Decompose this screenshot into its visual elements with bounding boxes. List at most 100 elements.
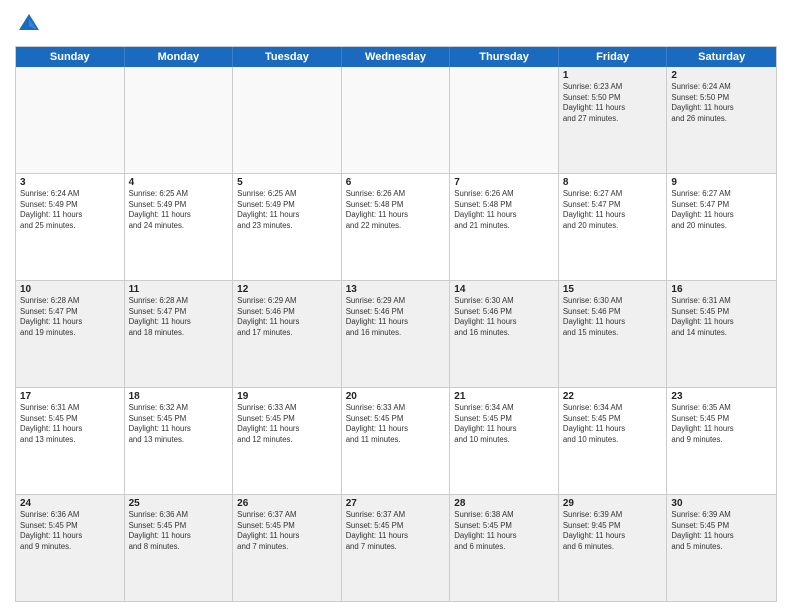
cell-info: Sunrise: 6:33 AM Sunset: 5:45 PM Dayligh… bbox=[237, 403, 337, 445]
calendar-cell-2-5: 7Sunrise: 6:26 AM Sunset: 5:48 PM Daylig… bbox=[450, 174, 559, 280]
calendar-cell-1-5 bbox=[450, 67, 559, 173]
calendar-cell-1-3 bbox=[233, 67, 342, 173]
cell-info: Sunrise: 6:38 AM Sunset: 5:45 PM Dayligh… bbox=[454, 510, 554, 552]
cell-info: Sunrise: 6:33 AM Sunset: 5:45 PM Dayligh… bbox=[346, 403, 446, 445]
day-number: 7 bbox=[454, 177, 554, 188]
day-number: 15 bbox=[563, 284, 663, 295]
cell-info: Sunrise: 6:34 AM Sunset: 5:45 PM Dayligh… bbox=[454, 403, 554, 445]
day-number: 17 bbox=[20, 391, 120, 402]
calendar-cell-2-4: 6Sunrise: 6:26 AM Sunset: 5:48 PM Daylig… bbox=[342, 174, 451, 280]
day-number: 13 bbox=[346, 284, 446, 295]
cell-info: Sunrise: 6:26 AM Sunset: 5:48 PM Dayligh… bbox=[346, 189, 446, 231]
calendar-cell-5-7: 30Sunrise: 6:39 AM Sunset: 5:45 PM Dayli… bbox=[667, 495, 776, 601]
day-number: 28 bbox=[454, 498, 554, 509]
logo-icon bbox=[15, 10, 43, 38]
day-number: 5 bbox=[237, 177, 337, 188]
cell-info: Sunrise: 6:30 AM Sunset: 5:46 PM Dayligh… bbox=[454, 296, 554, 338]
calendar-cell-2-7: 9Sunrise: 6:27 AM Sunset: 5:47 PM Daylig… bbox=[667, 174, 776, 280]
day-number: 19 bbox=[237, 391, 337, 402]
header-day-wednesday: Wednesday bbox=[342, 47, 451, 67]
cell-info: Sunrise: 6:29 AM Sunset: 5:46 PM Dayligh… bbox=[237, 296, 337, 338]
day-number: 22 bbox=[563, 391, 663, 402]
calendar-cell-4-4: 20Sunrise: 6:33 AM Sunset: 5:45 PM Dayli… bbox=[342, 388, 451, 494]
day-number: 14 bbox=[454, 284, 554, 295]
cell-info: Sunrise: 6:23 AM Sunset: 5:50 PM Dayligh… bbox=[563, 82, 663, 124]
header-day-saturday: Saturday bbox=[667, 47, 776, 67]
calendar-row-2: 3Sunrise: 6:24 AM Sunset: 5:49 PM Daylig… bbox=[16, 173, 776, 280]
cell-info: Sunrise: 6:36 AM Sunset: 5:45 PM Dayligh… bbox=[20, 510, 120, 552]
calendar-cell-5-6: 29Sunrise: 6:39 AM Sunset: 9:45 PM Dayli… bbox=[559, 495, 668, 601]
cell-info: Sunrise: 6:24 AM Sunset: 5:49 PM Dayligh… bbox=[20, 189, 120, 231]
calendar-cell-5-2: 25Sunrise: 6:36 AM Sunset: 5:45 PM Dayli… bbox=[125, 495, 234, 601]
day-number: 8 bbox=[563, 177, 663, 188]
calendar-cell-3-7: 16Sunrise: 6:31 AM Sunset: 5:45 PM Dayli… bbox=[667, 281, 776, 387]
cell-info: Sunrise: 6:34 AM Sunset: 5:45 PM Dayligh… bbox=[563, 403, 663, 445]
header-day-monday: Monday bbox=[125, 47, 234, 67]
day-number: 9 bbox=[671, 177, 772, 188]
cell-info: Sunrise: 6:26 AM Sunset: 5:48 PM Dayligh… bbox=[454, 189, 554, 231]
calendar-cell-2-2: 4Sunrise: 6:25 AM Sunset: 5:49 PM Daylig… bbox=[125, 174, 234, 280]
cell-info: Sunrise: 6:35 AM Sunset: 5:45 PM Dayligh… bbox=[671, 403, 772, 445]
calendar-cell-5-1: 24Sunrise: 6:36 AM Sunset: 5:45 PM Dayli… bbox=[16, 495, 125, 601]
calendar-cell-4-3: 19Sunrise: 6:33 AM Sunset: 5:45 PM Dayli… bbox=[233, 388, 342, 494]
calendar-row-3: 10Sunrise: 6:28 AM Sunset: 5:47 PM Dayli… bbox=[16, 280, 776, 387]
calendar-cell-2-1: 3Sunrise: 6:24 AM Sunset: 5:49 PM Daylig… bbox=[16, 174, 125, 280]
calendar-row-1: 1Sunrise: 6:23 AM Sunset: 5:50 PM Daylig… bbox=[16, 67, 776, 173]
calendar-cell-3-2: 11Sunrise: 6:28 AM Sunset: 5:47 PM Dayli… bbox=[125, 281, 234, 387]
header-day-sunday: Sunday bbox=[16, 47, 125, 67]
day-number: 21 bbox=[454, 391, 554, 402]
cell-info: Sunrise: 6:37 AM Sunset: 5:45 PM Dayligh… bbox=[346, 510, 446, 552]
calendar-cell-4-5: 21Sunrise: 6:34 AM Sunset: 5:45 PM Dayli… bbox=[450, 388, 559, 494]
calendar-cell-1-1 bbox=[16, 67, 125, 173]
calendar-cell-3-1: 10Sunrise: 6:28 AM Sunset: 5:47 PM Dayli… bbox=[16, 281, 125, 387]
cell-info: Sunrise: 6:28 AM Sunset: 5:47 PM Dayligh… bbox=[129, 296, 229, 338]
calendar-row-5: 24Sunrise: 6:36 AM Sunset: 5:45 PM Dayli… bbox=[16, 494, 776, 601]
day-number: 3 bbox=[20, 177, 120, 188]
cell-info: Sunrise: 6:31 AM Sunset: 5:45 PM Dayligh… bbox=[671, 296, 772, 338]
calendar-cell-5-3: 26Sunrise: 6:37 AM Sunset: 5:45 PM Dayli… bbox=[233, 495, 342, 601]
day-number: 29 bbox=[563, 498, 663, 509]
cell-info: Sunrise: 6:31 AM Sunset: 5:45 PM Dayligh… bbox=[20, 403, 120, 445]
day-number: 2 bbox=[671, 70, 772, 81]
calendar-cell-2-6: 8Sunrise: 6:27 AM Sunset: 5:47 PM Daylig… bbox=[559, 174, 668, 280]
header bbox=[15, 10, 777, 38]
cell-info: Sunrise: 6:36 AM Sunset: 5:45 PM Dayligh… bbox=[129, 510, 229, 552]
cell-info: Sunrise: 6:32 AM Sunset: 5:45 PM Dayligh… bbox=[129, 403, 229, 445]
calendar-cell-1-7: 2Sunrise: 6:24 AM Sunset: 5:50 PM Daylig… bbox=[667, 67, 776, 173]
logo bbox=[15, 10, 47, 38]
cell-info: Sunrise: 6:27 AM Sunset: 5:47 PM Dayligh… bbox=[563, 189, 663, 231]
day-number: 12 bbox=[237, 284, 337, 295]
cell-info: Sunrise: 6:24 AM Sunset: 5:50 PM Dayligh… bbox=[671, 82, 772, 124]
cell-info: Sunrise: 6:30 AM Sunset: 5:46 PM Dayligh… bbox=[563, 296, 663, 338]
header-day-tuesday: Tuesday bbox=[233, 47, 342, 67]
calendar-cell-3-3: 12Sunrise: 6:29 AM Sunset: 5:46 PM Dayli… bbox=[233, 281, 342, 387]
calendar-cell-1-2 bbox=[125, 67, 234, 173]
day-number: 4 bbox=[129, 177, 229, 188]
cell-info: Sunrise: 6:25 AM Sunset: 5:49 PM Dayligh… bbox=[237, 189, 337, 231]
calendar-row-4: 17Sunrise: 6:31 AM Sunset: 5:45 PM Dayli… bbox=[16, 387, 776, 494]
calendar-cell-3-6: 15Sunrise: 6:30 AM Sunset: 5:46 PM Dayli… bbox=[559, 281, 668, 387]
calendar-cell-4-2: 18Sunrise: 6:32 AM Sunset: 5:45 PM Dayli… bbox=[125, 388, 234, 494]
cell-info: Sunrise: 6:37 AM Sunset: 5:45 PM Dayligh… bbox=[237, 510, 337, 552]
day-number: 20 bbox=[346, 391, 446, 402]
day-number: 18 bbox=[129, 391, 229, 402]
calendar-cell-4-7: 23Sunrise: 6:35 AM Sunset: 5:45 PM Dayli… bbox=[667, 388, 776, 494]
cell-info: Sunrise: 6:28 AM Sunset: 5:47 PM Dayligh… bbox=[20, 296, 120, 338]
calendar-cell-1-4 bbox=[342, 67, 451, 173]
day-number: 23 bbox=[671, 391, 772, 402]
calendar: SundayMondayTuesdayWednesdayThursdayFrid… bbox=[15, 46, 777, 602]
calendar-cell-4-6: 22Sunrise: 6:34 AM Sunset: 5:45 PM Dayli… bbox=[559, 388, 668, 494]
calendar-cell-3-4: 13Sunrise: 6:29 AM Sunset: 5:46 PM Dayli… bbox=[342, 281, 451, 387]
calendar-cell-5-4: 27Sunrise: 6:37 AM Sunset: 5:45 PM Dayli… bbox=[342, 495, 451, 601]
day-number: 10 bbox=[20, 284, 120, 295]
day-number: 1 bbox=[563, 70, 663, 81]
cell-info: Sunrise: 6:27 AM Sunset: 5:47 PM Dayligh… bbox=[671, 189, 772, 231]
day-number: 6 bbox=[346, 177, 446, 188]
day-number: 26 bbox=[237, 498, 337, 509]
header-day-friday: Friday bbox=[559, 47, 668, 67]
day-number: 24 bbox=[20, 498, 120, 509]
day-number: 11 bbox=[129, 284, 229, 295]
cell-info: Sunrise: 6:39 AM Sunset: 5:45 PM Dayligh… bbox=[671, 510, 772, 552]
calendar-body: 1Sunrise: 6:23 AM Sunset: 5:50 PM Daylig… bbox=[16, 67, 776, 601]
day-number: 16 bbox=[671, 284, 772, 295]
